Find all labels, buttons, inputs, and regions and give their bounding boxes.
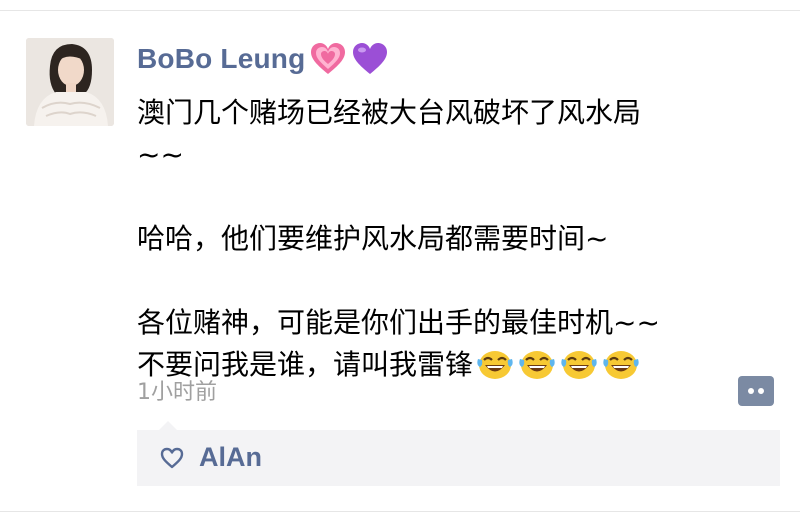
post-line: 各位赌神，可能是你们出手的最佳时机~~: [137, 306, 660, 339]
post-line: 澳门几个赌场已经被大台风破坏了风水局: [137, 96, 642, 129]
comment-dot: [748, 388, 754, 394]
liker-name[interactable]: AlAn: [199, 442, 262, 473]
purple-heart-icon: [351, 41, 389, 77]
laughing-tears-emoji: [601, 345, 641, 381]
heart-outline-icon: [159, 446, 185, 470]
post-line: 哈哈，他们要维护风水局都需要时间~: [137, 222, 609, 255]
likes-section: AlAn: [137, 421, 780, 486]
post-timestamp: 1小时前: [137, 380, 217, 405]
comment-dot: [758, 388, 764, 394]
laughing-tears-emoji: [559, 345, 599, 381]
post-last-line: 不要问我是谁，请叫我雷锋: [137, 344, 727, 386]
laughing-tears-emoji: [517, 345, 557, 381]
avatar[interactable]: [26, 38, 114, 126]
username-label: BoBo Leung: [137, 43, 306, 74]
post-text: 澳门几个赌场已经被大台风破坏了风水局 ~~ 哈哈，他们要维护风水局都需要时间~ …: [137, 92, 727, 386]
top-divider: [0, 10, 800, 11]
pink-heart-icon: [309, 41, 347, 77]
post-author[interactable]: BoBo Leung: [137, 38, 389, 80]
laughing-tears-emoji: [475, 345, 515, 381]
bottom-divider: [0, 511, 800, 512]
comment-button[interactable]: [738, 376, 774, 406]
post-line: ~~: [137, 138, 184, 171]
